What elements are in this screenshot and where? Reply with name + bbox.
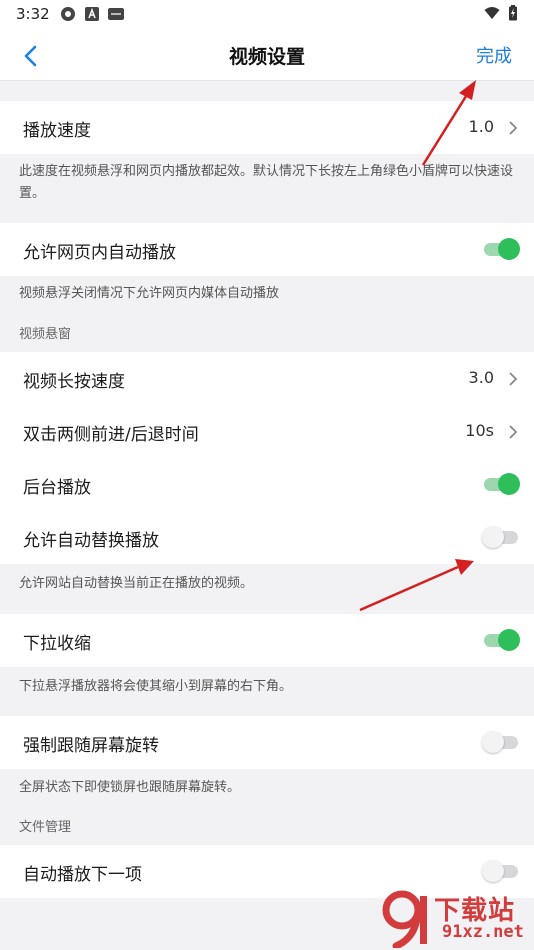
row-label: 双击两侧前进/后退时间 <box>23 425 199 445</box>
background-play-toggle[interactable] <box>482 473 520 495</box>
row-label: 自动播放下一项 <box>23 865 142 885</box>
row-label: 允许自动替换播放 <box>23 531 159 551</box>
pull-shrink-toggle[interactable] <box>482 629 520 651</box>
status-time: 3:32 <box>16 5 50 23</box>
row-playback-speed[interactable]: 播放速度 1.0 <box>0 101 534 154</box>
status-bar: 3:32 <box>0 0 534 30</box>
note-force-rotate: 全屏状态下即使锁屏也跟随屏幕旋转。 <box>19 780 241 795</box>
row-label: 播放速度 <box>23 121 91 141</box>
row-value: 3.0 <box>468 368 494 387</box>
battery-charging-icon <box>509 5 517 21</box>
row-double-tap-seek[interactable]: 双击两侧前进/后退时间 10s <box>0 405 534 458</box>
autoplay-web-toggle[interactable] <box>482 238 520 260</box>
row-long-press-speed[interactable]: 视频长按速度 3.0 <box>0 352 534 405</box>
auto-replace-toggle[interactable] <box>482 526 520 548</box>
chevron-right-icon <box>509 425 518 439</box>
page-title: 视频设置 <box>228 46 305 68</box>
note-playback-speed: 此速度在视频悬浮和网页内播放都起效。默认情况下长按左上角绿色小盾牌可以快速设置。 <box>19 164 514 201</box>
row-label: 视频长按速度 <box>23 372 125 392</box>
row-force-rotate: 强制跟随屏幕旋转 <box>0 716 534 769</box>
row-value: 1.0 <box>468 117 494 136</box>
chevron-right-icon <box>509 372 518 386</box>
nav-bar: 视频设置 完成 <box>0 30 534 81</box>
chevron-right-icon <box>509 121 518 135</box>
note-auto-replace: 允许网站自动替换当前正在播放的视频。 <box>19 576 254 591</box>
watermark: 下载站 91xz.net <box>382 888 532 948</box>
section-file-management: 文件管理 <box>19 820 72 835</box>
note-pull-shrink: 下拉悬浮播放器将会使其缩小到屏幕的右下角。 <box>19 679 293 694</box>
watermark-url: 91xz.net <box>442 922 524 942</box>
autoplay-next-toggle[interactable] <box>482 860 520 882</box>
wifi-icon <box>484 7 500 19</box>
section-video-float: 视频悬窗 <box>19 327 72 342</box>
row-background-play: 后台播放 <box>0 458 534 511</box>
row-label: 强制跟随屏幕旋转 <box>23 736 159 756</box>
aperture-icon <box>61 7 75 21</box>
row-label: 允许网页内自动播放 <box>23 243 176 263</box>
app-badge-icon <box>108 8 124 20</box>
app-a-icon <box>85 7 99 21</box>
done-button[interactable]: 完成 <box>476 42 512 68</box>
row-autoplay-web: 允许网页内自动播放 <box>0 223 534 276</box>
row-value: 10s <box>465 421 494 440</box>
row-label: 下拉收缩 <box>23 634 91 654</box>
force-rotate-toggle[interactable] <box>482 731 520 753</box>
row-auto-replace: 允许自动替换播放 <box>0 511 534 564</box>
watermark-logo-icon <box>382 890 427 948</box>
note-autoplay-web: 视频悬浮关闭情况下允许网页内媒体自动播放 <box>19 286 280 301</box>
row-label: 后台播放 <box>23 478 91 498</box>
row-pull-shrink: 下拉收缩 <box>0 614 534 667</box>
